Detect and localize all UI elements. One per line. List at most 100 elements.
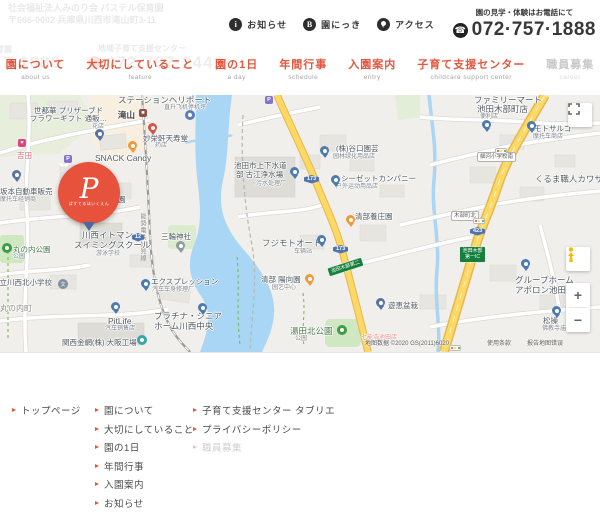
platina-pin-icon[interactable] (198, 303, 207, 312)
fullscreen-button[interactable] (568, 103, 592, 127)
arrow-bullet-icon (95, 501, 99, 505)
yoshida-lodging-icon[interactable]: ♥ (18, 139, 26, 147)
phone-note: 園の見学・体験はお電話にて (476, 7, 574, 18)
footer-link-about[interactable]: 園について (95, 404, 194, 416)
waterworks-pin-icon[interactable] (290, 167, 299, 176)
footer-link-news[interactable]: お知らせ (95, 497, 194, 509)
map-label-kuruma[interactable]: くるま職人カワサキ (535, 175, 600, 185)
expression-pin-icon[interactable] (141, 279, 150, 288)
header-quick-links: i お知らせ B 園にっき アクセス 園の見学・体験はお電話にて ☎ 072·7… (229, 7, 596, 41)
faded-address: 〒666-0002 兵庫県川西市滝山町3-11 (8, 13, 156, 26)
footer-link-a-day[interactable]: 園の1日 (95, 441, 194, 453)
zoom-in-button[interactable]: + (566, 283, 590, 307)
map-label-platina-2[interactable]: ホーム川西中央 (154, 322, 213, 332)
info-icon: i (229, 18, 242, 31)
map-label-itoman-2[interactable]: スイミングスクール (74, 241, 151, 251)
footer: トップページ 園について 大切にしていること 園の1日 年間行事 入園案内 お知… (0, 353, 600, 500)
footer-link-career[interactable]: 職員募集 (193, 441, 335, 453)
fujimoto-pin-icon[interactable] (317, 235, 326, 244)
yudakita-park-pin-icon[interactable] (337, 325, 347, 335)
footer-column-3: 子育て支援センター タブリエ プライバシーポリシー 職員募集 (193, 404, 335, 460)
access-label: アクセス (395, 18, 435, 31)
footer-link-top[interactable]: トップページ (12, 404, 81, 416)
pharmacy-pin-icon[interactable] (148, 123, 157, 132)
map-label-miwa-jinja[interactable]: 三輪神社 (161, 233, 191, 242)
bonsai-pin-icon[interactable] (376, 298, 385, 307)
map-label-group-home-2[interactable]: アポロン池田 (515, 286, 566, 296)
highway-sign-kibe1: 池田木部 第一IC (460, 247, 485, 262)
map-label-taniguchi[interactable]: (株)谷口園芸 (336, 145, 379, 154)
footer-link-childcare-support[interactable]: 子育て支援センター タブリエ (193, 404, 335, 416)
school-icon[interactable]: 文 (58, 279, 68, 289)
map-label-expression[interactable]: エクスプレッション (151, 278, 218, 287)
parking-icon-2[interactable]: P (265, 96, 273, 104)
nav-schedule[interactable]: 年間行事 schedule (279, 56, 327, 81)
map-label-yoshida[interactable]: 吉田 (17, 152, 32, 161)
map-sublabel-fujimoto: 车辆站 (294, 249, 312, 256)
pastel-nursery-marker[interactable]: P ぱすてるほいくえん (58, 162, 120, 224)
park-pin-icon[interactable] (2, 243, 12, 253)
shrine-pin-icon[interactable] (176, 241, 185, 250)
traffic-light-icon (473, 218, 485, 224)
map-sublabel-marunouchi-park: 公园 (13, 254, 25, 261)
sakamoto-pin-icon[interactable] (12, 170, 21, 179)
map-label-kawanishi-kita-es[interactable]: 市立川西北小学校 (0, 279, 52, 288)
terms-link[interactable]: 使用条款 (487, 338, 511, 347)
nav-childcare-support[interactable]: 子育て支援センター childcare support center (417, 56, 525, 81)
google-map[interactable]: ステーションヘリポート 直升飞机停机坪 世都華 プリザーブド フラワーギフト 通… (0, 95, 600, 353)
nav-entry[interactable]: 入園案内 entry (348, 56, 396, 81)
map-sublabel-seibu-hinata: 园艺中心 (272, 285, 296, 292)
motosarugo-pin-icon[interactable] (527, 121, 536, 130)
report-error-link[interactable]: 报告地图错误 (527, 338, 563, 347)
footer-link-schedule[interactable]: 年間行事 (95, 460, 194, 472)
pitlife-pin-icon[interactable] (111, 302, 120, 311)
nav-career[interactable]: 職員募集 career (546, 56, 594, 81)
nav-a-day[interactable]: 園の1日 a day (215, 56, 258, 81)
familymart-pin-icon[interactable] (482, 120, 491, 129)
phone-number[interactable]: 072·757·1888 (472, 19, 596, 41)
nav-feature[interactable]: 大切にしていること feature (86, 56, 194, 81)
marker-logo: P (80, 177, 99, 201)
map-label-snack-candy[interactable]: SNACK Candy (95, 154, 151, 164)
map-sublabel-taniguchi: 园林绿化用品店 (333, 154, 375, 161)
snack-pin-icon[interactable] (128, 141, 137, 150)
heliport-icon[interactable]: ✈ (185, 110, 195, 120)
traffic-light-icon (495, 148, 507, 154)
footer-link-feature[interactable]: 大切にしていること (95, 423, 194, 435)
temple-pin-icon[interactable] (552, 306, 561, 315)
main-nav: 園について about us 大切にしていること feature 園の1日 a … (0, 56, 600, 81)
map-sublabel-matsukusa: 佛教寺庙 (542, 326, 566, 333)
seezet-pin-icon[interactable] (331, 175, 340, 184)
map-label-sakamoto[interactable]: 坂本自動車販売 (0, 188, 53, 197)
nav-about[interactable]: 園について about us (6, 56, 66, 81)
footer-link-entry[interactable]: 入園案内 (95, 478, 194, 490)
access-link[interactable]: アクセス (377, 18, 435, 31)
map-label-motosarugo[interactable]: モトサルゴ (534, 125, 571, 134)
map-label-kansai-kanaami[interactable]: 関西金網(株) 大阪工場 (62, 339, 137, 348)
arrow-bullet-icon (95, 408, 99, 412)
pegman-button[interactable] (566, 247, 590, 271)
map-sublabel-seezet: 户外运动用品店 (336, 184, 378, 191)
map-label-takiyama-station[interactable]: 滝山 (118, 111, 135, 121)
map-data-credit: 地图数据 ©2020 GS(2011)6020 (365, 338, 449, 347)
garden-center-pin-icon[interactable] (305, 274, 314, 283)
factory-pin-icon[interactable] (137, 335, 147, 345)
map-label-seibu-hinata[interactable]: 清部 陽向園 (261, 276, 301, 285)
map-label-seibu-yoshoen[interactable]: 清部養庄園 (355, 213, 393, 222)
map-sublabel-myoeiken: 药店 (155, 143, 167, 150)
map-label-seezet[interactable]: シーゼットカンパニー (341, 175, 416, 184)
train-station-icon[interactable]: ■ (139, 109, 147, 117)
news-link[interactable]: i お知らせ (229, 18, 287, 31)
seibu-yoshoen-pin-icon[interactable] (346, 215, 355, 224)
group-home-pin-icon[interactable] (521, 259, 530, 268)
florist-pin-icon[interactable] (95, 129, 104, 138)
footer-link-privacy-policy[interactable]: プライバシーポリシー (193, 423, 335, 435)
map-label-josuijo-2[interactable]: 部 古江浄水場 (236, 171, 283, 180)
taniguchi-pin-icon[interactable] (320, 146, 329, 155)
map-label-yukei-bonsai[interactable]: 遊恵盆栽 (388, 302, 418, 311)
diary-link[interactable]: B 園にっき (303, 18, 361, 31)
map-sublabel-pitlife: 汽车销售店 (105, 326, 135, 333)
map-label-setoka-2[interactable]: フラワーギフト 通販… (30, 115, 107, 124)
zoom-out-button[interactable]: − (566, 308, 590, 332)
map-label-fujimoto[interactable]: フジモトオート (262, 239, 322, 249)
